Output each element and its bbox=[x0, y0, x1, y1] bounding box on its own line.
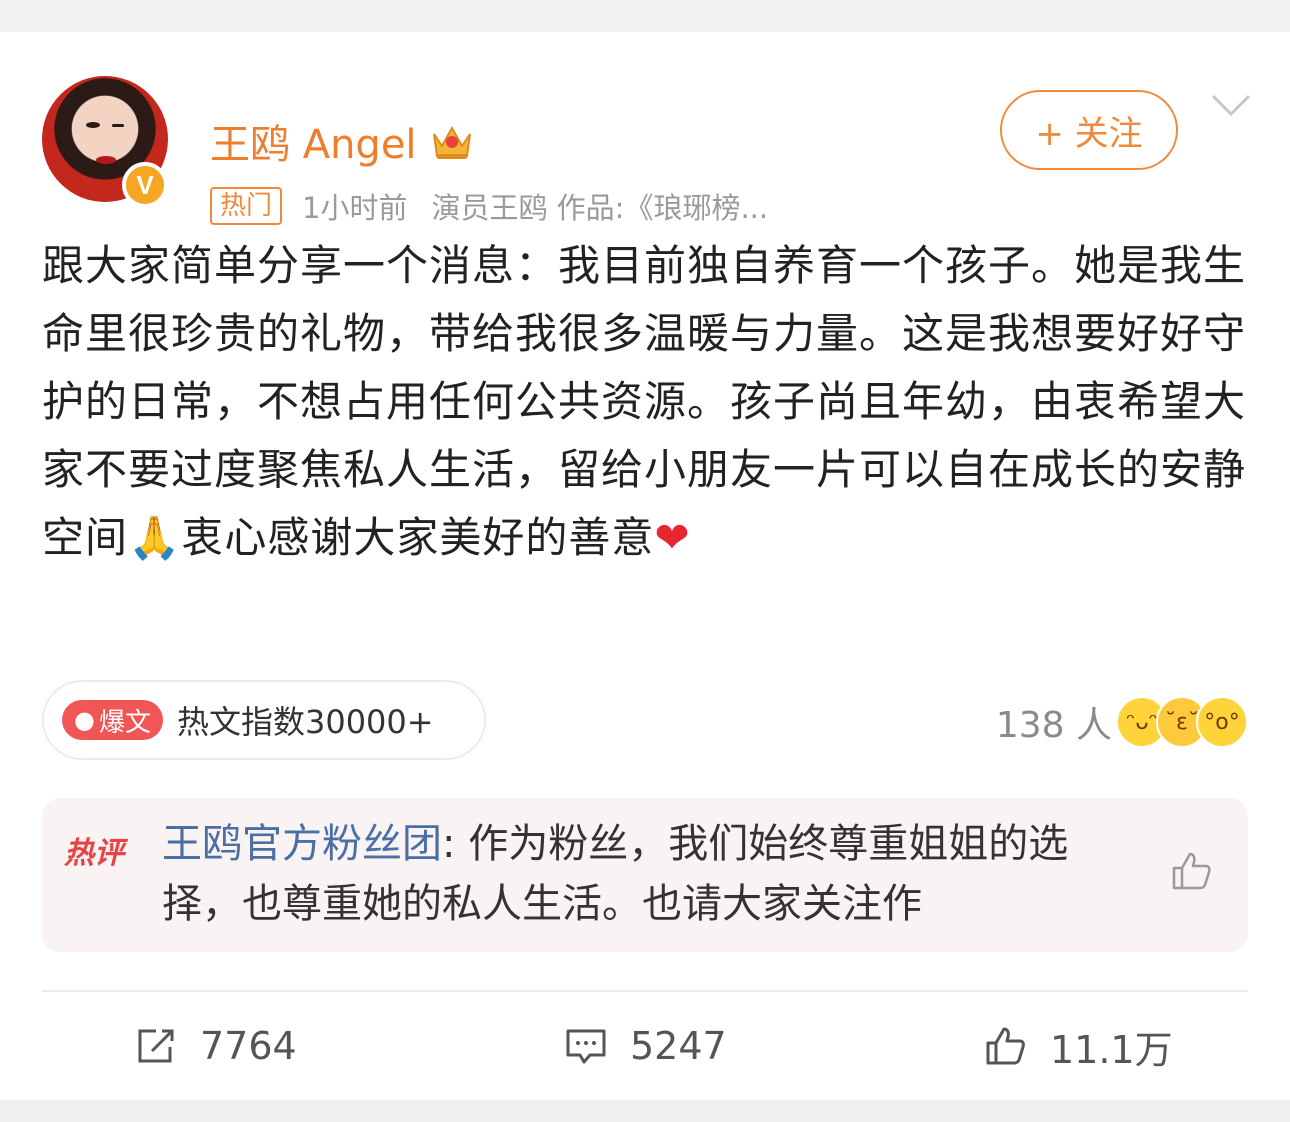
like-icon bbox=[986, 1027, 1025, 1065]
avatar-eye bbox=[86, 122, 100, 128]
bottom-separator bbox=[0, 1100, 1290, 1122]
hot-index-pill[interactable]: ● 爆文 热文指数30000+ bbox=[42, 680, 486, 760]
verified-badge: V bbox=[122, 162, 168, 208]
surprised-emoji-icon: °o° bbox=[1196, 696, 1248, 748]
comment-button[interactable]: 5247 bbox=[564, 1022, 727, 1070]
divider bbox=[42, 990, 1248, 992]
commenter-name[interactable]: 王鸥官方粉丝团 bbox=[162, 821, 442, 867]
thumbs-up-icon[interactable] bbox=[1170, 850, 1212, 892]
follow-button[interactable]: + 关注 bbox=[1000, 90, 1178, 170]
comment-fade bbox=[1002, 876, 1152, 936]
flame-icon: ● bbox=[74, 706, 95, 734]
hot-comment[interactable]: 热评 王鸥官方粉丝团: 作为粉丝，我们始终尊重姐姐的选择，也尊重她的私人生活。也… bbox=[42, 798, 1248, 952]
comment-count: 5247 bbox=[630, 1024, 727, 1068]
chevron-down-icon[interactable] bbox=[1210, 90, 1252, 120]
reaction-count: 138 人 bbox=[995, 705, 1112, 746]
crown-icon bbox=[433, 125, 471, 159]
post-source: 演员王鸥 作品:《琅琊榜... bbox=[431, 191, 769, 225]
hot-comment-label: 热评 bbox=[64, 836, 124, 871]
heart-emoji: ❤ bbox=[654, 513, 691, 562]
weibo-post-card: V 王鸥 Angel 热门 1小时前 演员王鸥 作品:《琅琊榜... + 关注 … bbox=[0, 32, 1290, 1100]
reactions[interactable]: 138 人 ᵔᴗᵔ ˘ε˘ °o° bbox=[996, 696, 1248, 748]
repost-icon bbox=[138, 1029, 174, 1063]
like-button[interactable]: 11.1万 bbox=[984, 1022, 1173, 1072]
post-meta: 热门 1小时前 演员王鸥 作品:《琅琊榜... bbox=[210, 186, 768, 226]
post-time: 1小时前 bbox=[302, 191, 408, 225]
post-body: 跟大家简单分享一个消息：我目前独自养育一个孩子。她是我生命里很珍贵的礼物，带给我… bbox=[42, 232, 1248, 572]
avatar-eye-wink bbox=[112, 124, 124, 127]
hot-index-text: 热文指数30000+ bbox=[176, 703, 434, 741]
avatar-lips bbox=[96, 156, 116, 164]
comment-icon bbox=[566, 1029, 606, 1064]
author-name[interactable]: 王鸥 Angel bbox=[210, 112, 417, 170]
baowen-label: 爆文 bbox=[98, 707, 151, 738]
hot-tag: 热门 bbox=[210, 187, 283, 225]
repost-button[interactable]: 7764 bbox=[134, 1022, 297, 1070]
baowen-badge: ● 爆文 bbox=[62, 700, 163, 740]
pray-emoji: 🙏 bbox=[128, 513, 182, 562]
repost-count: 7764 bbox=[200, 1024, 297, 1068]
post-body-text-2: 衷心感谢大家美好的善意 bbox=[181, 513, 655, 562]
hot-comment-text-block: 王鸥官方粉丝团: 作为粉丝，我们始终尊重姐姐的选择，也尊重她的私人生活。也请大家… bbox=[162, 814, 1142, 934]
like-count: 11.1万 bbox=[1050, 1027, 1173, 1072]
